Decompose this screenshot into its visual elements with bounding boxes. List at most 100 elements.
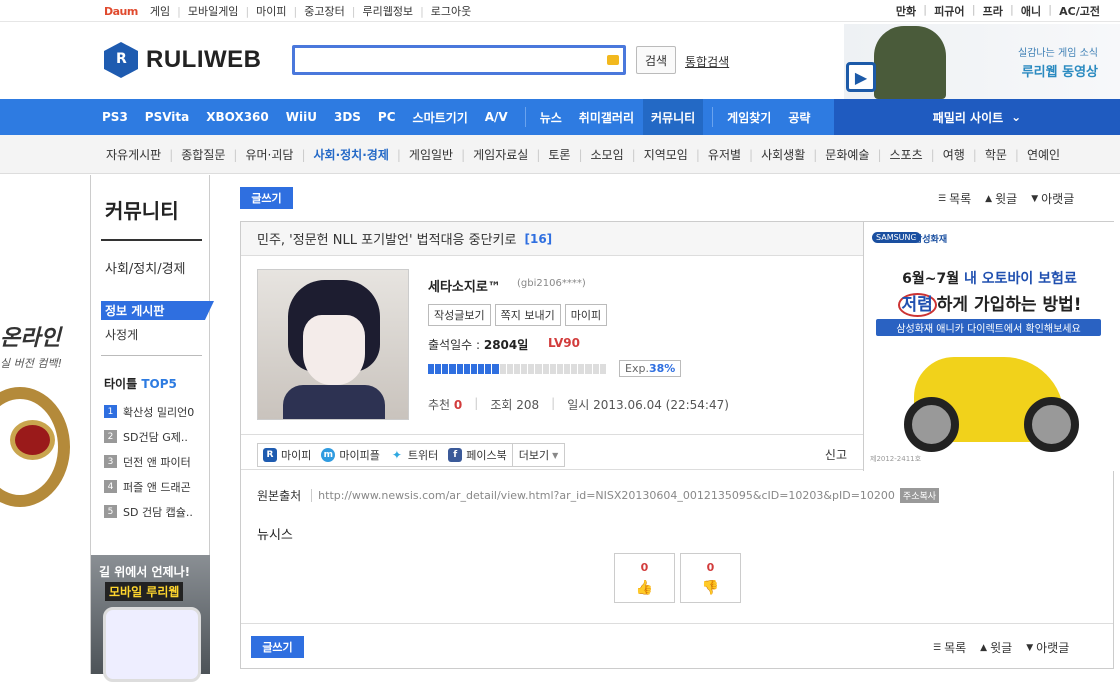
subnav-item[interactable]: 게임자료실: [473, 146, 528, 163]
logout-link[interactable]: 로그아웃: [431, 3, 471, 19]
subnav-item[interactable]: 문화예술: [825, 146, 869, 163]
vote-up-button[interactable]: 0 👍: [614, 553, 675, 603]
meta-separator: |: [474, 396, 479, 410]
vote-down-button[interactable]: 0 👎: [680, 553, 741, 603]
exp-segment: [578, 364, 585, 374]
triangle-up-icon: ▲: [980, 642, 988, 653]
list-item[interactable]: 5 SD 건담 캡슐..: [104, 499, 200, 524]
subnav-item[interactable]: 사회생활: [761, 146, 805, 163]
wheel-image: [1024, 397, 1079, 452]
recommend-label: 추천: [428, 398, 451, 412]
prev-label: 윗글: [990, 641, 1013, 655]
prev-button[interactable]: ▲ 윗글: [980, 639, 1012, 656]
chevron-down-icon[interactable]: [607, 55, 619, 65]
subnav-item-active[interactable]: 사회·정치·경제: [314, 146, 389, 163]
subnav-item[interactable]: 스포츠: [890, 146, 923, 163]
subnav-item[interactable]: 유저별: [708, 146, 741, 163]
sidebar-item-sajeong[interactable]: 사정게: [105, 326, 138, 343]
subnav-item[interactable]: 학문: [985, 146, 1007, 163]
vote-up-count: 0: [640, 560, 649, 574]
family-site-dropdown[interactable]: 패밀리 사이트 ⌄: [834, 99, 1120, 135]
subnav-item[interactable]: 지역모임: [644, 146, 688, 163]
nav-community[interactable]: 커뮤니티: [643, 99, 704, 135]
mobile-ruliweb-ad[interactable]: 길 위에서 언제나! 모바일 루리웹: [91, 555, 210, 682]
sidebar-item-info-board[interactable]: 정보 게시판: [101, 301, 214, 320]
sidebar-divider: [101, 239, 202, 241]
search-button[interactable]: 검색: [636, 46, 676, 74]
list-button[interactable]: ☰ 목록: [938, 190, 971, 207]
nav-wiiu[interactable]: WiiU: [286, 99, 317, 135]
subnav-item[interactable]: 자유게시판: [106, 146, 161, 163]
nav-guide[interactable]: 공략: [788, 99, 810, 135]
sidebar-category[interactable]: 사회/정치/경제: [105, 261, 195, 278]
nav-av[interactable]: A/V: [485, 99, 508, 135]
share-facebook-label: 페이스북: [466, 449, 507, 462]
next-button[interactable]: ▼ 아랫글: [1031, 190, 1074, 207]
mypi-button[interactable]: 마이피: [564, 304, 608, 326]
top-link-mypi[interactable]: 마이피: [256, 3, 286, 19]
subnav-item[interactable]: 유머·괴담: [245, 146, 293, 163]
search-input[interactable]: [295, 48, 623, 72]
subnav-item[interactable]: 여행: [943, 146, 965, 163]
ruliweb-logo[interactable]: RULIWEB: [104, 42, 261, 78]
ad-cta-strip: 삼성화재 애니카 다이렉트에서 확인해보세요: [876, 319, 1101, 336]
top5-title: SD건담 G제..: [123, 430, 188, 444]
integrated-search-link[interactable]: 통합검색: [685, 53, 729, 70]
nav-hobby[interactable]: 취미갤러리: [579, 99, 634, 135]
top-link-game[interactable]: 게임: [150, 3, 170, 19]
nav-gamefind[interactable]: 게임찾기: [727, 99, 771, 135]
prev-button[interactable]: ▲ 윗글: [985, 190, 1017, 207]
insurance-ad[interactable]: SAMSUNG 삼성화재 6월~7월 내 오토바이 보험료 저렴 하게 가입하는 …: [863, 222, 1114, 471]
view-posts-button[interactable]: 작성글보기: [428, 304, 491, 326]
nav-smart[interactable]: 스마트기기: [413, 99, 468, 135]
copy-url-button[interactable]: 주소복사: [899, 488, 940, 503]
subnav-item[interactable]: 종합질문: [181, 146, 225, 163]
list-item[interactable]: 3 던전 앤 파이터: [104, 449, 200, 474]
top-link-ac[interactable]: AC/고전: [1059, 3, 1100, 19]
share-mypeople-button[interactable]: m 마이피플: [316, 447, 384, 463]
exp-segment: [563, 364, 571, 374]
daum-logo[interactable]: Daum: [104, 5, 138, 18]
subnav-item[interactable]: 연예인: [1027, 146, 1060, 163]
list-item[interactable]: 1 확산성 밀리언0: [104, 399, 200, 424]
top-link-manga[interactable]: 만화: [896, 3, 916, 19]
soldier-image: [874, 26, 946, 99]
top-link-figure[interactable]: 피규어: [934, 3, 964, 19]
subnav-item[interactable]: 소모임: [591, 146, 624, 163]
list-item[interactable]: 2 SD건담 G제..: [104, 424, 200, 449]
attendance-value: 2804일: [483, 338, 529, 352]
report-button[interactable]: 신고: [825, 446, 847, 463]
top-link-info[interactable]: 루리웹정보: [362, 3, 413, 19]
source-url-link[interactable]: http://www.newsis.com/ar_detail/view.htm…: [311, 489, 895, 502]
share-mypi-button[interactable]: R 마이피: [258, 447, 316, 463]
nav-news[interactable]: 뉴스: [540, 99, 562, 135]
subnav-item[interactable]: 토론: [548, 146, 570, 163]
share-facebook-button[interactable]: f 페이스북: [443, 447, 511, 463]
comment-count[interactable]: [16]: [524, 232, 552, 246]
subnav-item[interactable]: 게임일반: [409, 146, 453, 163]
ad-headline2-a: 저렴: [897, 293, 937, 317]
nav-xbox360[interactable]: XBOX360: [206, 99, 268, 135]
exp-segment: [456, 364, 463, 374]
next-button[interactable]: ▼ 아랫글: [1026, 639, 1069, 656]
top-link-anime[interactable]: 애니: [1021, 3, 1041, 19]
share-twitter-button[interactable]: ✦ 트위터: [385, 447, 443, 463]
author-name[interactable]: 세타소지로™: [428, 276, 501, 295]
write-button-bottom[interactable]: 글쓰기: [251, 636, 304, 658]
top-link-market[interactable]: 중고장터: [304, 3, 344, 19]
write-button[interactable]: 글쓰기: [240, 187, 293, 209]
nav-pc[interactable]: PC: [378, 99, 396, 135]
nav-3ds[interactable]: 3DS: [334, 99, 361, 135]
exp-badge: Exp.38%: [619, 360, 682, 377]
nav-psvita[interactable]: PSVita: [145, 99, 189, 135]
top-link-plamo[interactable]: 프라: [983, 3, 1003, 19]
search-box[interactable]: [292, 45, 626, 75]
top-link-mobilegame[interactable]: 모바일게임: [188, 3, 239, 19]
list-button[interactable]: ☰ 목록: [933, 639, 966, 656]
list-item[interactable]: 4 퍼즐 앤 드래곤: [104, 474, 200, 499]
left-side-ad[interactable]: 온라인 실 버전 컴백!: [0, 175, 90, 674]
more-dropdown[interactable]: 더보기 ▼: [511, 444, 565, 466]
video-banner[interactable]: ▶ 실감나는 게임 소식 루리웹 동영상: [844, 24, 1120, 99]
send-message-button[interactable]: 쪽지 보내기: [494, 304, 561, 326]
nav-ps3[interactable]: PS3: [102, 99, 128, 135]
